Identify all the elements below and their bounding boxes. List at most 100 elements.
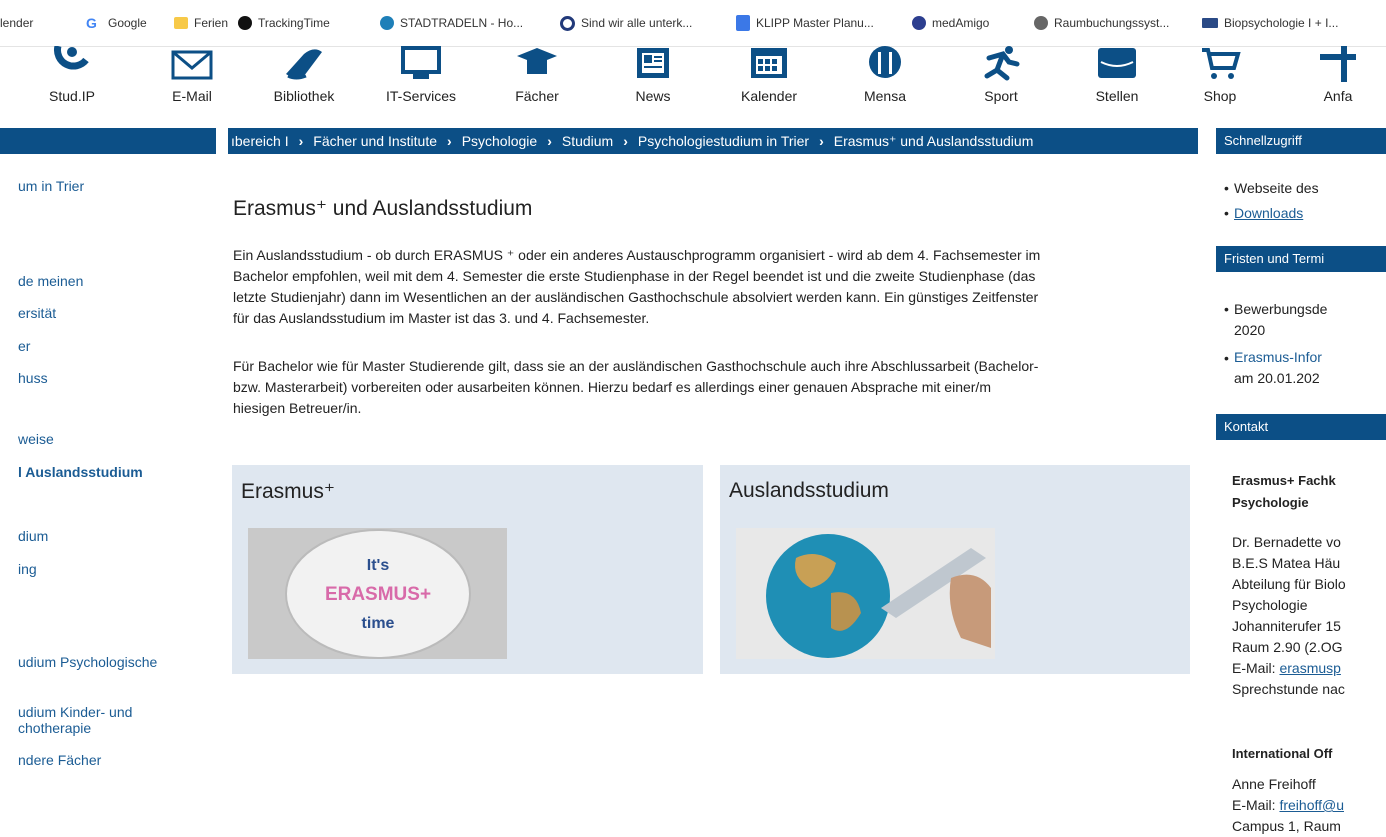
auslandsstudium-card[interactable]: Auslandsstudium — [720, 465, 1190, 674]
book-icon — [286, 49, 322, 80]
briefcase-icon — [1098, 48, 1136, 78]
medamigo-icon — [912, 16, 926, 30]
nav-kalender[interactable]: Kalender — [719, 46, 819, 116]
globe-image — [736, 528, 995, 659]
intro-paragraph: Ein Auslandsstudium - ob durch ERASMUS ⁺… — [233, 247, 1041, 326]
downloads-link[interactable]: Downloads — [1234, 203, 1303, 224]
contact-heading: Erasmus+ Fachk Psychologie — [1232, 473, 1336, 510]
international-office-details: Anne Freihoff E-Mail: freihoff@u Campus … — [1232, 776, 1344, 834]
quick-item[interactable]: Webseite des — [1234, 178, 1319, 199]
page-title: Erasmus⁺ und Auslandsstudium — [233, 197, 533, 220]
card-title: Auslandsstudium — [729, 479, 889, 502]
quick-access-header: Schnellzugriff — [1216, 128, 1386, 154]
bullet-icon: • — [1224, 205, 1229, 221]
target-icon — [560, 15, 575, 31]
globe-icon — [1034, 16, 1048, 30]
signpost-icon — [1320, 46, 1356, 82]
nav-stellen[interactable]: Stellen — [1067, 46, 1167, 116]
bullet-icon: • — [1224, 350, 1229, 366]
thesis-paragraph: Für Bachelor wie für Master Studierende … — [233, 358, 1039, 416]
deadline-item[interactable]: Bewerbungsde 2020 — [1234, 299, 1327, 341]
graduation-cap-icon — [517, 48, 557, 74]
newspaper-icon — [637, 48, 669, 78]
nav-faecher[interactable]: Fächer — [487, 46, 587, 116]
cutlery-icon — [869, 46, 901, 78]
nav-mensa[interactable]: Mensa — [835, 46, 935, 116]
left-nav-item[interactable]: ndere Fächer — [18, 752, 101, 768]
ilias-icon — [1202, 18, 1218, 28]
erasmus-card[interactable]: Erasmus⁺ It's ERASMUS+ time — [232, 465, 703, 674]
erasmus-image: It's ERASMUS+ time — [248, 528, 507, 659]
nav-studip[interactable]: Stud.IP — [22, 46, 122, 116]
chevron-right-icon: › — [447, 133, 452, 149]
bullet-icon: • — [1224, 180, 1229, 196]
card-title: Erasmus⁺ — [241, 480, 335, 503]
badge-text-its: It's — [367, 557, 390, 574]
studip-icon — [54, 46, 89, 70]
contact-details: Dr. Bernadette vo B.E.S Matea Häu Abteil… — [1232, 534, 1346, 697]
breadcrumb-item[interactable]: Studium — [562, 133, 613, 149]
nav-shop[interactable]: Shop — [1180, 46, 1260, 116]
left-nav-item[interactable]: ersität — [18, 305, 56, 321]
deadlines-header: Fristen und Termi — [1216, 246, 1386, 272]
left-nav-item[interactable]: de meinen — [18, 273, 83, 289]
bookmark-calendar[interactable]: lender — [0, 0, 33, 46]
running-icon — [984, 46, 1020, 81]
left-nav-item[interactable]: udium Psychologische — [18, 654, 157, 670]
nav-news[interactable]: News — [603, 46, 703, 116]
cart-icon — [1202, 48, 1241, 79]
calendar-grid-icon — [751, 48, 787, 78]
nav-sport[interactable]: Sport — [951, 46, 1051, 116]
chevron-right-icon: › — [819, 133, 824, 149]
nav-email[interactable]: E-Mail — [142, 46, 242, 116]
mail-icon — [171, 50, 213, 80]
contact-header: Kontakt — [1216, 414, 1386, 440]
bookmark-biopsychologie[interactable]: Biopsychologie I + I... — [1202, 0, 1338, 46]
left-nav-item[interactable]: ing — [18, 561, 37, 577]
bookmark-google[interactable]: G Google — [86, 0, 147, 46]
bookmark-trackingtime[interactable]: TrackingTime — [238, 0, 330, 46]
google-icon: G — [86, 15, 97, 31]
bookmark-ferien[interactable]: Ferien — [174, 0, 228, 46]
breadcrumb-item[interactable]: Psychologie — [462, 133, 538, 149]
stadtradeln-icon — [380, 16, 394, 30]
breadcrumb-current: Erasmus⁺ und Auslandsstudium — [833, 133, 1034, 149]
bookmarks-bar: lender G Google Ferien TrackingTime STAD… — [0, 0, 1386, 47]
bookmark-raumbuchung[interactable]: Raumbuchungssyst... — [1034, 0, 1169, 46]
badge-text-erasmus: ERASMUS+ — [325, 584, 431, 605]
trackingtime-icon — [238, 16, 252, 30]
chevron-right-icon: › — [547, 133, 552, 149]
breadcrumb-item[interactable]: Fächer und Institute — [313, 133, 437, 149]
office-email-link[interactable]: freihoff@u — [1279, 797, 1344, 813]
bookmark-target[interactable]: Sind wir alle unterk... — [560, 0, 692, 46]
international-office-heading: International Off — [1232, 746, 1333, 761]
chevron-right-icon: › — [623, 133, 628, 149]
monitor-icon — [401, 46, 441, 79]
breadcrumb-item[interactable]: ıbereich I — [231, 133, 289, 149]
left-nav-item[interactable]: dium — [18, 528, 48, 544]
nav-anfahrt[interactable]: Anfa — [1288, 46, 1386, 116]
bullet-icon: • — [1224, 301, 1229, 317]
bookmark-medamigo[interactable]: medAmigo — [912, 0, 989, 46]
breadcrumb: ıbereich I › Fächer und Institute › Psycholo… — [228, 128, 1198, 154]
nav-it-services[interactable]: IT-Services — [371, 46, 471, 116]
bookmark-klipp[interactable]: KLIPP Master Planu... — [736, 0, 874, 46]
left-nav-item[interactable]: huss — [18, 370, 48, 386]
breadcrumb-item[interactable]: Psychologiestudium in Trier — [638, 133, 809, 149]
doc-icon — [736, 15, 750, 31]
deadline-item[interactable]: Erasmus-Infor am 20.01.202 — [1234, 347, 1322, 389]
badge-text-time: time — [362, 615, 395, 632]
left-nav-item[interactable]: udium Kinder- und — [18, 704, 132, 720]
folder-icon — [174, 17, 188, 29]
contact-email-link[interactable]: erasmusp — [1279, 660, 1340, 676]
left-nav-item[interactable]: um in Trier — [18, 178, 84, 194]
left-sidebar-header — [0, 128, 216, 154]
left-nav-item-active[interactable]: l Auslandsstudium — [18, 464, 143, 480]
main-nav: Stud.IP E-Mail Bibliothek IT-Services Fä… — [0, 46, 1386, 116]
left-nav-item[interactable]: er — [18, 338, 30, 354]
left-nav-item[interactable]: weise — [18, 431, 54, 447]
nav-bibliothek[interactable]: Bibliothek — [254, 46, 354, 116]
left-nav-item[interactable]: chotherapie — [18, 720, 91, 736]
bookmark-stadtradeln[interactable]: STADTRADELN - Ho... — [380, 0, 523, 46]
chevron-right-icon: › — [298, 133, 304, 149]
